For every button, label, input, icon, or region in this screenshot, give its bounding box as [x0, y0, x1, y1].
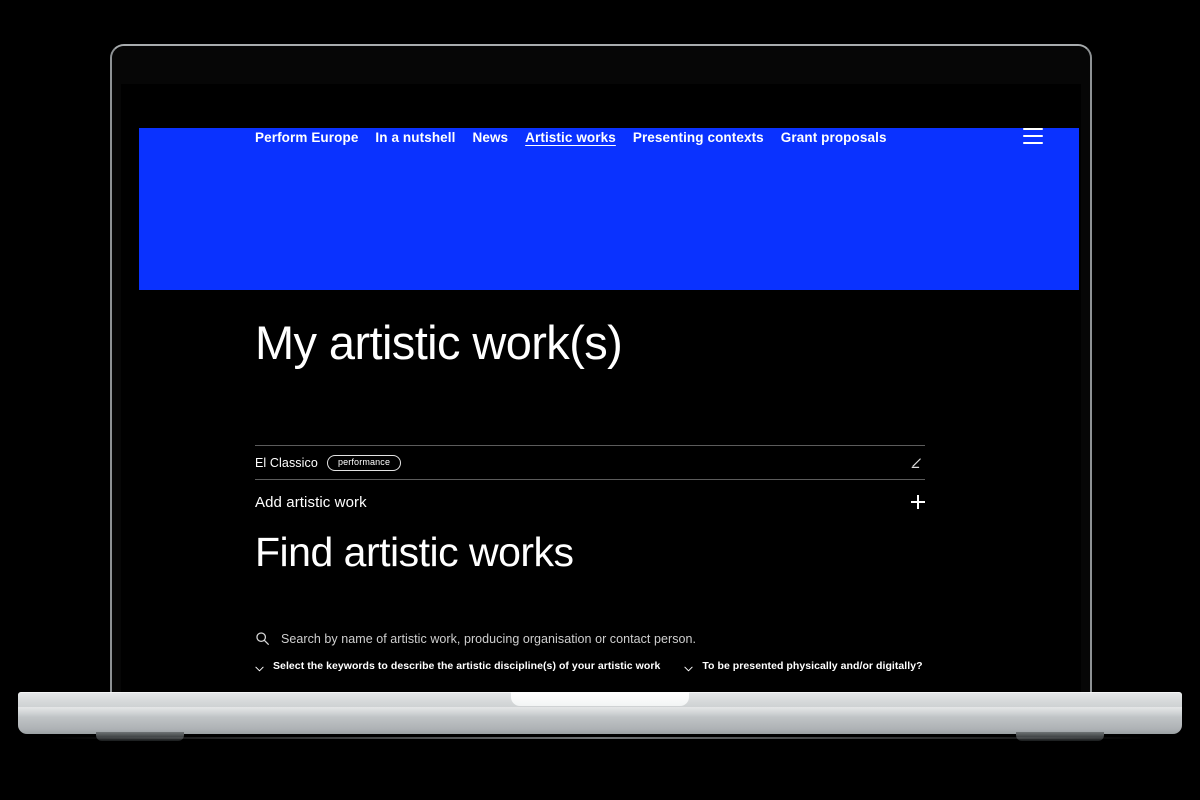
search-filters: Select the keywords to describe the arti…: [255, 660, 1057, 672]
filter-artistic-disciplines[interactable]: Select the keywords to describe the arti…: [255, 660, 660, 672]
nav-item-presenting-contexts[interactable]: Presenting contexts: [633, 131, 764, 147]
laptop-base: [18, 692, 1182, 741]
page-content: My artistic work(s) El Classico performa…: [255, 290, 1057, 672]
search-icon: [255, 631, 270, 646]
artistic-work-name: El Classico: [255, 455, 318, 470]
filter-presentation-format-label: To be presented physically and/or digita…: [702, 660, 923, 673]
laptop-lid: Perform Europe In a nutshell News Artist…: [110, 44, 1092, 694]
artistic-work-row[interactable]: El Classico performance: [255, 445, 925, 481]
nav-item-artistic-works[interactable]: Artistic works: [525, 131, 616, 147]
artistic-works-list: El Classico performance: [255, 445, 1057, 481]
pencil-icon[interactable]: [909, 455, 925, 471]
main-navigation: Perform Europe In a nutshell News Artist…: [255, 131, 887, 147]
chevron-down-icon: [255, 663, 264, 672]
plus-icon: [911, 495, 925, 510]
website-viewport: Perform Europe In a nutshell News Artist…: [121, 84, 1081, 694]
hamburger-line: [1023, 135, 1043, 137]
hamburger-line: [1023, 128, 1043, 130]
search-input[interactable]: [281, 631, 925, 646]
laptop-screen: Perform Europe In a nutshell News Artist…: [121, 84, 1081, 694]
laptop-base-notch: [511, 692, 689, 706]
filter-artistic-disciplines-label: Select the keywords to describe the arti…: [273, 660, 661, 673]
chevron-down-icon: [684, 663, 693, 672]
add-artistic-work-label: Add artistic work: [255, 493, 367, 511]
hamburger-menu-icon[interactable]: [1023, 128, 1043, 144]
screenshot-stage: Perform Europe In a nutshell News Artist…: [0, 0, 1200, 800]
nav-item-news[interactable]: News: [472, 131, 508, 147]
hamburger-line: [1023, 142, 1043, 144]
artistic-work-tag-badge: performance: [326, 454, 402, 472]
nav-item-in-a-nutshell[interactable]: In a nutshell: [375, 131, 455, 147]
laptop-base-edge: [46, 737, 1154, 739]
page-title: My artistic work(s): [255, 316, 623, 369]
find-artistic-works-title: Find artistic works: [255, 529, 574, 576]
site-banner: [139, 128, 1079, 290]
nav-item-grant-proposals[interactable]: Grant proposals: [781, 131, 887, 147]
nav-item-perform-europe[interactable]: Perform Europe: [255, 131, 358, 147]
laptop-base-highlight: [18, 707, 1182, 717]
filter-presentation-format[interactable]: To be presented physically and/or digita…: [684, 660, 923, 673]
add-artistic-work-button[interactable]: Add artistic work: [255, 480, 925, 524]
search-bar[interactable]: [255, 631, 925, 646]
